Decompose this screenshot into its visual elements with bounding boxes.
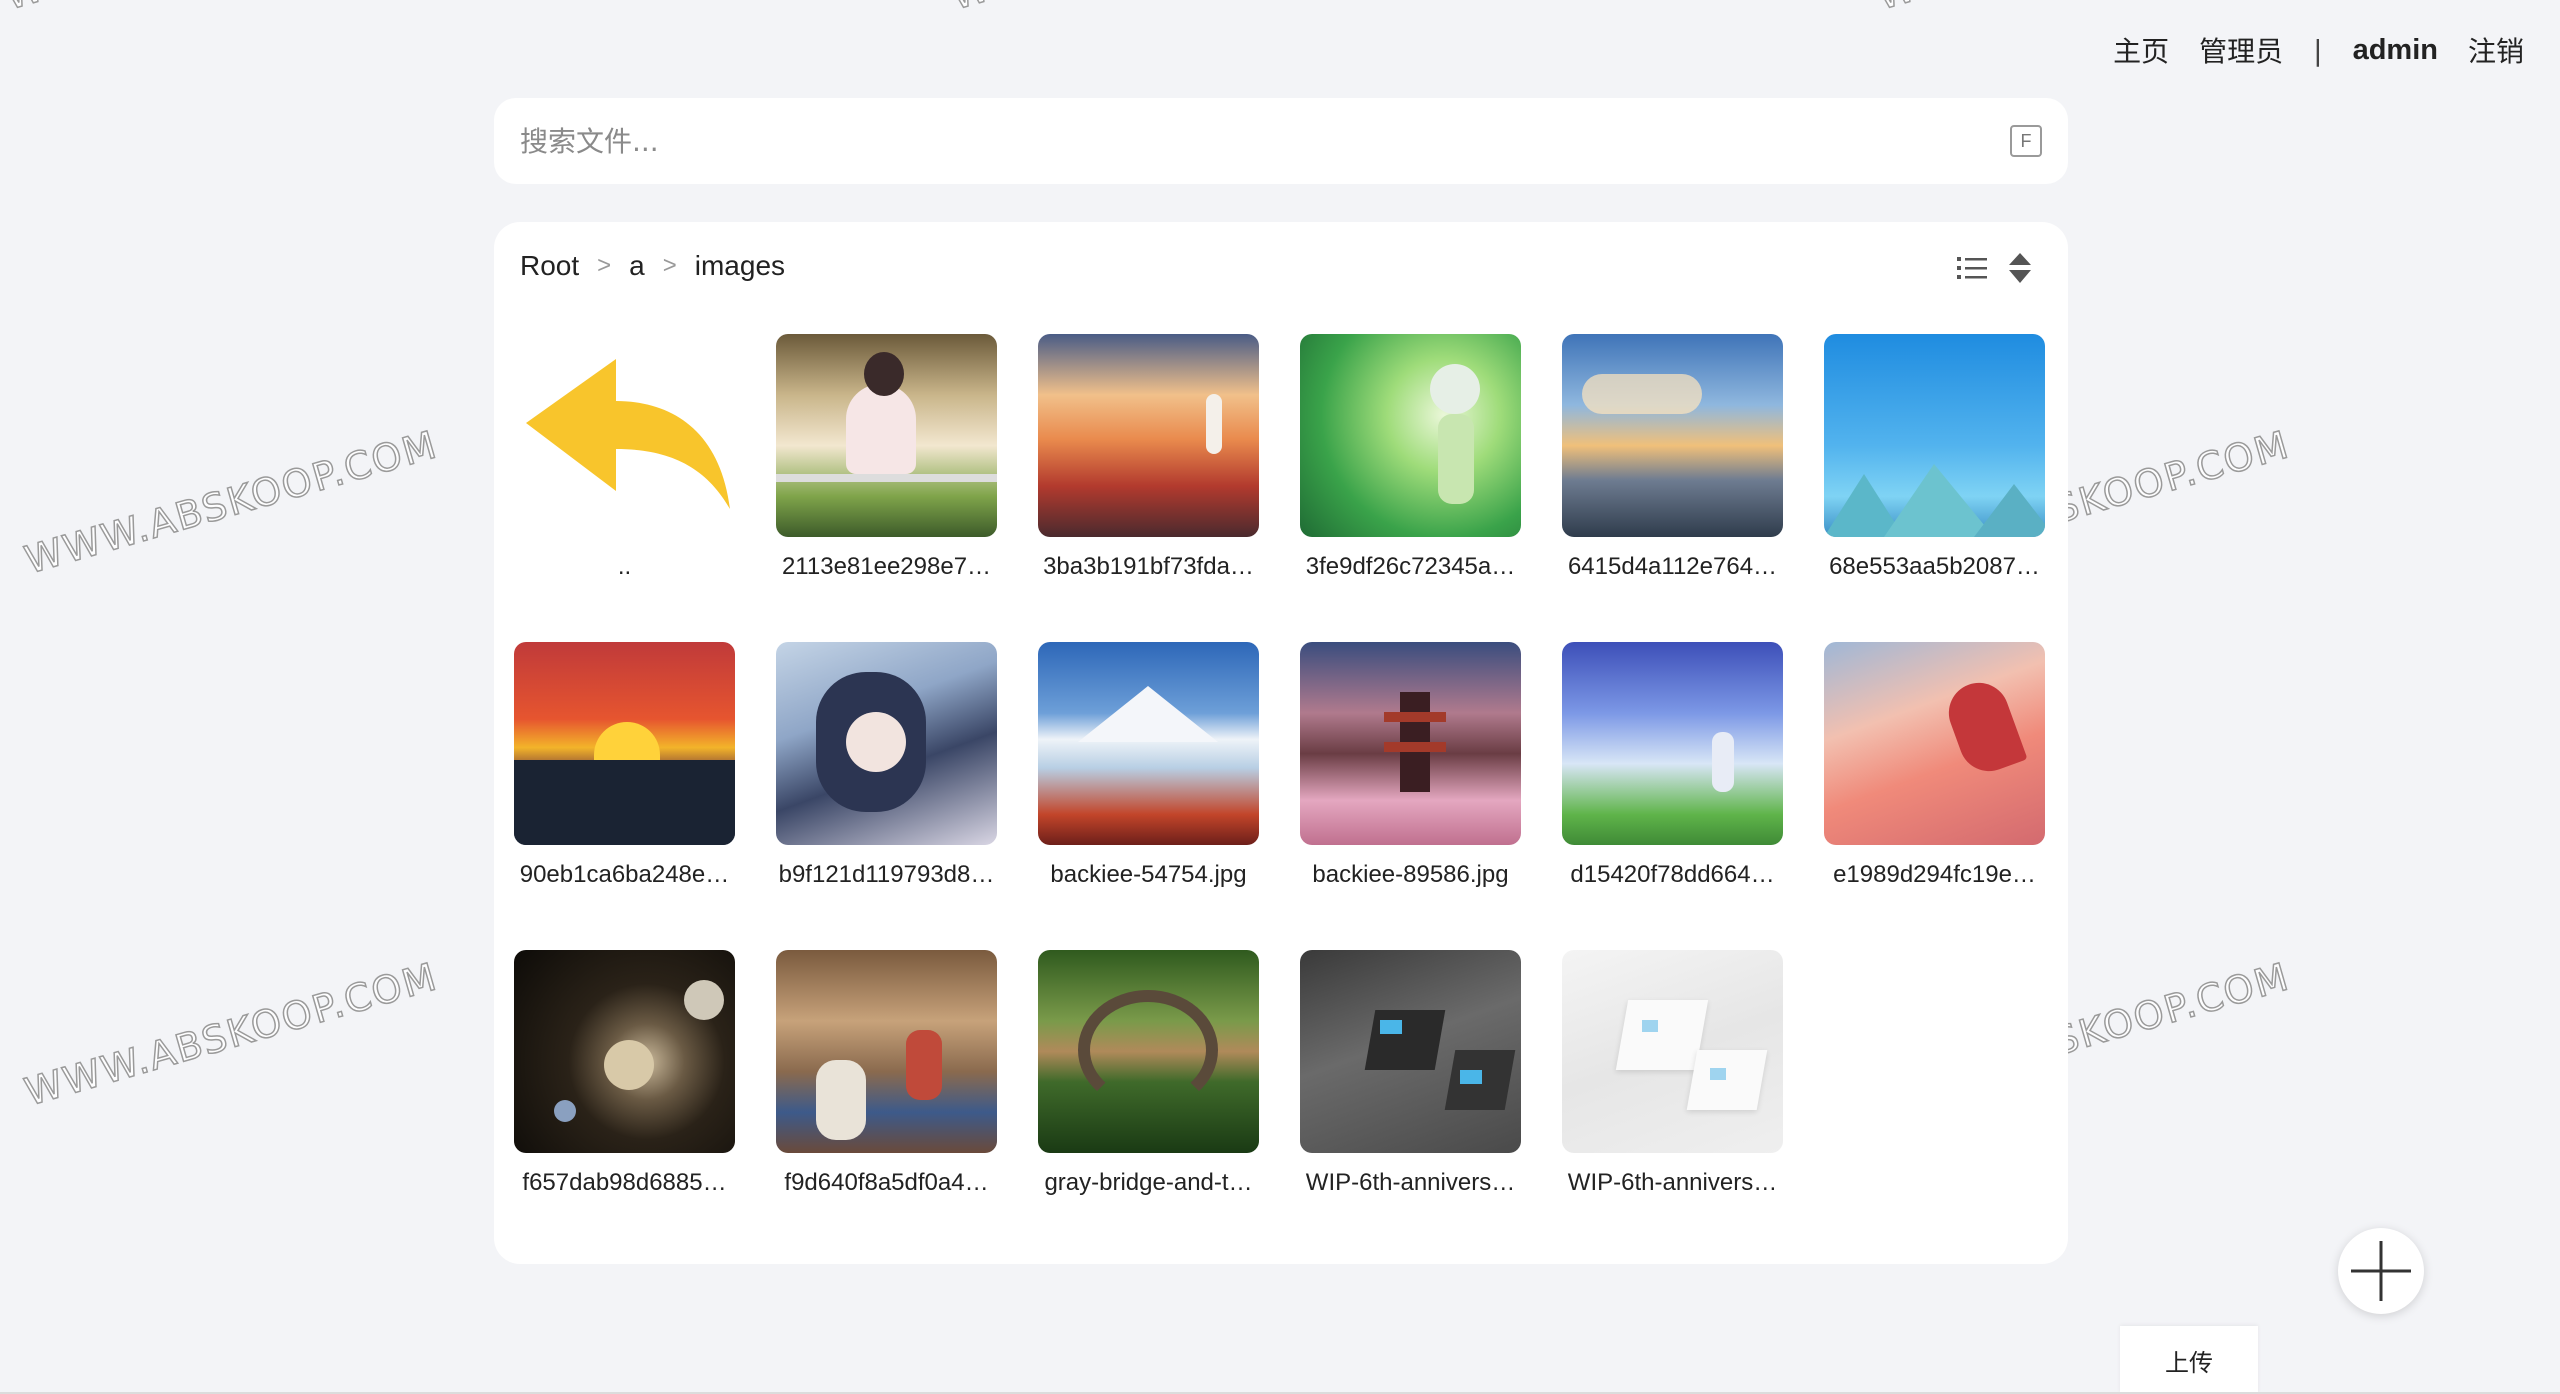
file-tile[interactable]: 3fe9df26c72345a…	[1300, 334, 1521, 604]
image-thumbnail	[1038, 950, 1259, 1153]
view-tools	[1954, 250, 2038, 286]
sort-icon	[2009, 253, 2031, 283]
breadcrumb-a[interactable]: a	[629, 250, 645, 282]
watermark: WWW.ABSKOOP.COM	[19, 954, 443, 1115]
file-tile[interactable]: 90eb1ca6ba248e…	[514, 642, 735, 912]
breadcrumb-images[interactable]: images	[695, 250, 785, 282]
breadcrumb-root[interactable]: Root	[520, 250, 579, 282]
nav-home-link[interactable]: 主页	[2113, 30, 2169, 70]
image-thumbnail	[1562, 642, 1783, 845]
file-tile[interactable]: gray-bridge-and-t…	[1038, 950, 1259, 1220]
file-tile[interactable]: backiee-89586.jpg	[1300, 642, 1521, 912]
file-tile[interactable]: 3ba3b191bf73fda…	[1038, 334, 1259, 604]
file-name: ..	[617, 553, 632, 580]
file-tile[interactable]: WIP-6th-annivers…	[1562, 950, 1783, 1220]
add-button[interactable]	[2338, 1228, 2424, 1314]
file-tile[interactable]: WIP-6th-annivers…	[1300, 950, 1521, 1220]
plus-icon	[2351, 1241, 2411, 1301]
file-name: f657dab98d6885…	[522, 1169, 727, 1196]
nav-admin-link[interactable]: 管理员	[2199, 30, 2283, 70]
file-name: 6415d4a112e764…	[1567, 553, 1778, 580]
file-tile[interactable]: 68e553aa5b2087…	[1824, 334, 2045, 604]
sort-button[interactable]	[2002, 250, 2038, 286]
search-input[interactable]	[520, 124, 2010, 158]
image-thumbnail	[776, 950, 997, 1153]
watermark: WW	[1871, 0, 1961, 19]
image-thumbnail	[1562, 950, 1783, 1153]
file-name: 3ba3b191bf73fda…	[1043, 553, 1254, 580]
search-bar: F	[494, 98, 2068, 184]
image-thumbnail	[1300, 642, 1521, 845]
image-thumbnail	[1562, 334, 1783, 537]
file-name: e1989d294fc19e…	[1833, 861, 2036, 888]
image-thumbnail	[776, 334, 997, 537]
file-tile[interactable]: 6415d4a112e764…	[1562, 334, 1783, 604]
file-tile[interactable]: 2113e81ee298e7…	[776, 334, 997, 604]
file-name: 68e553aa5b2087…	[1829, 553, 2040, 580]
search-shortcut-hint: F	[2010, 125, 2042, 157]
image-thumbnail	[514, 950, 735, 1153]
file-tile[interactable]: f657dab98d6885…	[514, 950, 735, 1220]
list-view-button[interactable]	[1954, 250, 1990, 286]
file-grid: .. 2113e81ee298e7… 3ba3b191bf73fda… 3fe9…	[514, 334, 2045, 1220]
file-name: gray-bridge-and-t…	[1044, 1169, 1253, 1196]
breadcrumb-separator: >	[597, 252, 612, 279]
file-tile[interactable]: d15420f78dd664…	[1562, 642, 1783, 912]
file-name: f9d640f8a5df0a4…	[784, 1169, 989, 1196]
image-thumbnail	[1038, 642, 1259, 845]
top-nav: 主页 管理员 | admin 注销	[2083, 30, 2524, 70]
file-tile[interactable]: e1989d294fc19e…	[1824, 642, 2045, 912]
logout-link[interactable]: 注销	[2468, 30, 2524, 70]
breadcrumb-separator: >	[662, 252, 677, 279]
file-name: backiee-89586.jpg	[1312, 861, 1509, 888]
breadcrumb: Root > a > images	[520, 250, 785, 282]
file-name: 2113e81ee298e7…	[781, 553, 992, 580]
image-thumbnail	[1824, 642, 2045, 845]
file-name: WIP-6th-annivers…	[1305, 1169, 1516, 1196]
image-thumbnail	[514, 642, 735, 845]
watermark: WWW.ABSKOOP.COM	[19, 422, 443, 583]
image-thumbnail	[776, 642, 997, 845]
watermark: WW	[945, 0, 1035, 19]
file-name: d15420f78dd664…	[1570, 861, 1775, 888]
image-thumbnail	[1824, 334, 2045, 537]
username-label[interactable]: admin	[2353, 34, 2438, 67]
image-thumbnail	[1300, 950, 1521, 1153]
file-tile[interactable]: backiee-54754.jpg	[1038, 642, 1259, 912]
nav-separator: |	[2313, 33, 2323, 67]
file-browser-panel: Root > a > images .. 2113e81ee298e7… 3ba…	[494, 222, 2068, 1264]
watermark: WW	[0, 0, 89, 19]
file-name: WIP-6th-annivers…	[1567, 1169, 1778, 1196]
file-tile[interactable]: b9f121d119793d8…	[776, 642, 997, 912]
file-tile[interactable]: f9d640f8a5df0a4…	[776, 950, 997, 1220]
file-name: 3fe9df26c72345a…	[1305, 553, 1516, 580]
list-icon	[1957, 257, 1987, 279]
file-name: 90eb1ca6ba248e…	[519, 861, 730, 888]
file-name: b9f121d119793d8…	[778, 861, 995, 888]
back-arrow-icon	[514, 334, 735, 537]
image-thumbnail	[1300, 334, 1521, 537]
upload-button[interactable]: 上传	[2120, 1326, 2258, 1394]
image-thumbnail	[1038, 334, 1259, 537]
file-name: backiee-54754.jpg	[1050, 861, 1247, 888]
file-tile-parent[interactable]: ..	[514, 334, 735, 604]
